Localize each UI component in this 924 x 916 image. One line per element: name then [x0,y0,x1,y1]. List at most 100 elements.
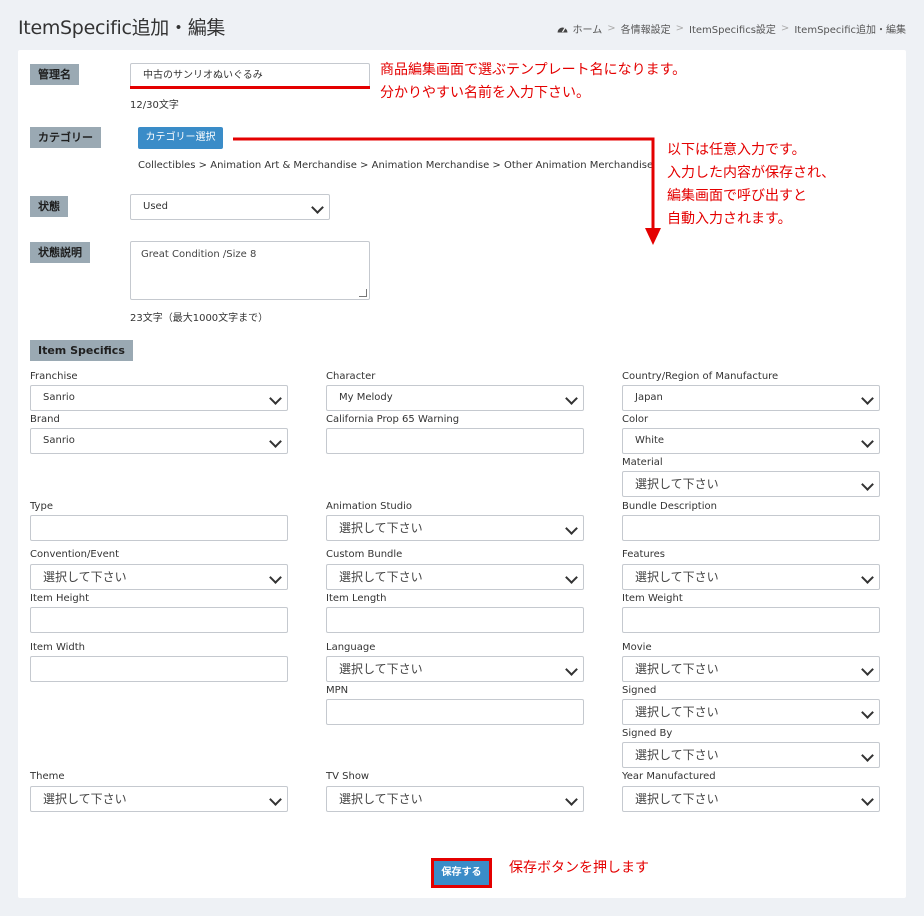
brand-label: Brand [30,414,60,425]
signed-by-label: Signed By [622,728,673,739]
item-specifics-label: Item Specifics [30,340,133,361]
character-label: Character [326,371,376,382]
tv-show-select[interactable]: 選択して下さい [326,786,584,812]
item-weight-label: Item Weight [622,593,683,604]
item-width-input[interactable] [30,656,288,682]
save-note: 保存ボタンを押します [509,860,649,876]
custom-bundle-label: Custom Bundle [326,549,403,560]
brand-select[interactable]: Sanrio [30,428,288,454]
custom-bundle-value: 選択して下さい [339,570,423,584]
convention-select[interactable]: 選択して下さい [30,564,288,590]
condition-desc-textarea[interactable]: Great Condition /Size 8 [130,241,370,300]
condition-label: 状態 [30,196,68,217]
breadcrumb-item-itemspecifics[interactable]: ItemSpecifics設定 [689,21,776,36]
chevron-down-icon [565,571,578,584]
tv-show-value: 選択して下さい [339,792,423,806]
theme-label: Theme [30,771,65,782]
item-length-label: Item Length [326,593,387,604]
material-select[interactable]: 選択して下さい [622,471,880,497]
category-label: カテゴリー [30,127,101,148]
page-title: ItemSpecific追加・編集 [18,17,226,39]
chevron-down-icon [565,392,578,405]
signed-label: Signed [622,685,657,696]
dashboard-icon [557,27,568,33]
theme-select[interactable]: 選択して下さい [30,786,288,812]
chevron-down-icon [269,571,282,584]
save-button-highlight: 保存する [431,858,492,888]
optional-note-1: 以下は任意入力です。 [667,142,806,158]
year-value: 選択して下さい [635,792,719,806]
breadcrumb-item-settings[interactable]: 各情報設定 [621,21,671,36]
tv-show-label: TV Show [326,771,370,782]
breadcrumb-home[interactable]: ホーム [573,21,603,36]
chevron-down-icon [269,793,282,806]
prop65-input[interactable] [326,428,584,454]
prop65-label: California Prop 65 Warning [326,414,460,425]
signed-by-select[interactable]: 選択して下さい [622,742,880,768]
chevron-down-icon [861,663,874,676]
chevron-down-icon [861,478,874,491]
breadcrumb-separator: > [675,23,685,34]
movie-select[interactable]: 選択して下さい [622,656,880,682]
category-select-button[interactable]: カテゴリー選択 [138,127,223,149]
color-label: Color [622,414,649,425]
movie-label: Movie [622,642,652,653]
custom-bundle-select[interactable]: 選択して下さい [326,564,584,590]
type-input[interactable] [30,515,288,541]
chevron-down-icon [311,201,324,214]
chevron-down-icon [861,392,874,405]
franchise-select[interactable]: Sanrio [30,385,288,411]
features-select[interactable]: 選択して下さい [622,564,880,590]
material-value: 選択して下さい [635,477,719,491]
country-select[interactable]: Japan [622,385,880,411]
condition-desc-counter: 23文字（最大1000文字まで） [130,313,269,324]
condition-select[interactable]: Used [130,194,330,220]
name-counter: 12/30文字 [130,100,179,111]
character-value: My Melody [339,392,393,403]
franchise-label: Franchise [30,371,78,382]
mpn-input[interactable] [326,699,584,725]
features-label: Features [622,549,665,560]
color-select[interactable]: White [622,428,880,454]
signed-value: 選択して下さい [635,705,719,719]
chevron-down-icon [269,392,282,405]
animation-studio-select[interactable]: 選択して下さい [326,515,584,541]
item-height-label: Item Height [30,593,89,604]
type-label: Type [30,501,53,512]
resize-grip-icon[interactable] [359,289,367,297]
chevron-down-icon [565,663,578,676]
chevron-down-icon [565,522,578,535]
language-select[interactable]: 選択して下さい [326,656,584,682]
year-select[interactable]: 選択して下さい [622,786,880,812]
year-label: Year Manufactured [622,771,716,782]
features-value: 選択して下さい [635,570,719,584]
name-label: 管理名 [30,64,79,85]
theme-value: 選択して下さい [43,792,127,806]
item-width-label: Item Width [30,642,85,653]
bundle-desc-input[interactable] [622,515,880,541]
item-weight-input[interactable] [622,607,880,633]
breadcrumb-separator: > [607,23,616,34]
signed-select[interactable]: 選択して下さい [622,699,880,725]
chevron-down-icon [269,435,282,448]
language-value: 選択して下さい [339,662,423,676]
franchise-value: Sanrio [43,392,75,403]
convention-value: 選択して下さい [43,570,127,584]
signed-by-value: 選択して下さい [635,748,719,762]
animation-studio-value: 選択して下さい [339,521,423,535]
country-label: Country/Region of Manufacture [622,371,779,382]
item-length-input[interactable] [326,607,584,633]
material-label: Material [622,457,663,468]
name-underline-annotation [130,86,370,89]
optional-note-3: 編集画面で呼び出すと [667,188,807,204]
chevron-down-icon [861,749,874,762]
arrow-annotation [233,137,661,245]
bundle-desc-label: Bundle Description [622,501,717,512]
movie-value: 選択して下さい [635,662,719,676]
name-note-2: 分かりやすい名前を入力下さい。 [380,85,590,101]
item-height-input[interactable] [30,607,288,633]
save-button[interactable]: 保存する [434,861,489,885]
color-value: White [635,435,665,446]
breadcrumb: ホーム > 各情報設定 > ItemSpecifics設定 > ItemSpec… [557,21,906,36]
character-select[interactable]: My Melody [326,385,584,411]
